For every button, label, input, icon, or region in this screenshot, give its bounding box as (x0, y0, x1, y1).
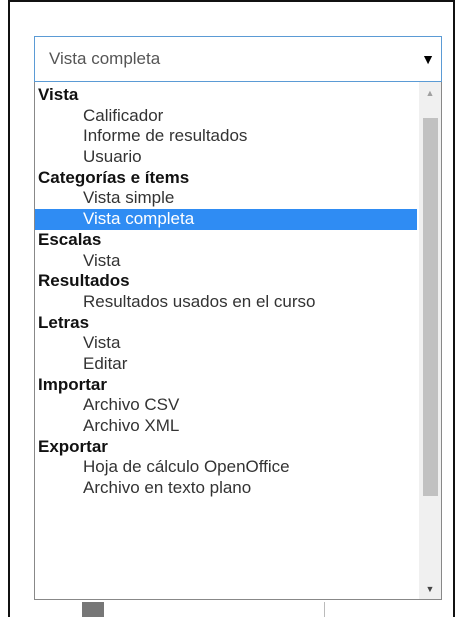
divider (324, 602, 325, 617)
option-item[interactable]: Vista simple (35, 188, 417, 209)
optgroup-label: Exportar (38, 436, 108, 456)
option-item[interactable]: Archivo en texto plano (35, 478, 417, 499)
option-item[interactable]: Calificador (35, 106, 417, 127)
option-list: Vista Calificador Informe de resultados Usu… (35, 85, 417, 499)
chevron-down-icon[interactable]: ▼ (421, 51, 435, 67)
option-item[interactable]: Hoja de cálculo OpenOffice (35, 457, 417, 478)
optgroup-label: Vista (38, 85, 79, 104)
option-item[interactable]: Editar (35, 354, 417, 375)
dropdown-list[interactable]: Vista Calificador Informe de resultados Usu… (34, 82, 442, 600)
scroll-down-icon[interactable]: ▼ (419, 580, 441, 598)
option-item[interactable]: Vista (35, 333, 417, 354)
option-item[interactable]: Vista completa (35, 209, 417, 230)
optgroup-label: Escalas (38, 229, 102, 249)
optgroup-label: Resultados (38, 271, 130, 291)
option-item[interactable]: Resultados usados en el curso (35, 292, 417, 313)
select-current-value: Vista completa (49, 49, 161, 68)
partial-element (82, 602, 104, 617)
scrollbar-thumb[interactable] (423, 118, 438, 496)
option-item[interactable]: Informe de resultados (35, 126, 417, 147)
view-select[interactable]: Vista completa ▼ (34, 36, 442, 82)
scrollbar[interactable]: ▲ ▼ (419, 82, 441, 599)
optgroup-label: Categorías e ítems (38, 167, 190, 187)
optgroup-label: Importar (38, 374, 107, 394)
underlying-page-strip (34, 600, 442, 617)
option-item[interactable]: Archivo CSV (35, 395, 417, 416)
option-item[interactable]: Vista (35, 251, 417, 272)
optgroup-label: Letras (38, 312, 90, 332)
option-item[interactable]: Usuario (35, 147, 417, 168)
option-item[interactable]: Archivo XML (35, 416, 417, 437)
scroll-up-icon[interactable]: ▲ (419, 84, 441, 102)
